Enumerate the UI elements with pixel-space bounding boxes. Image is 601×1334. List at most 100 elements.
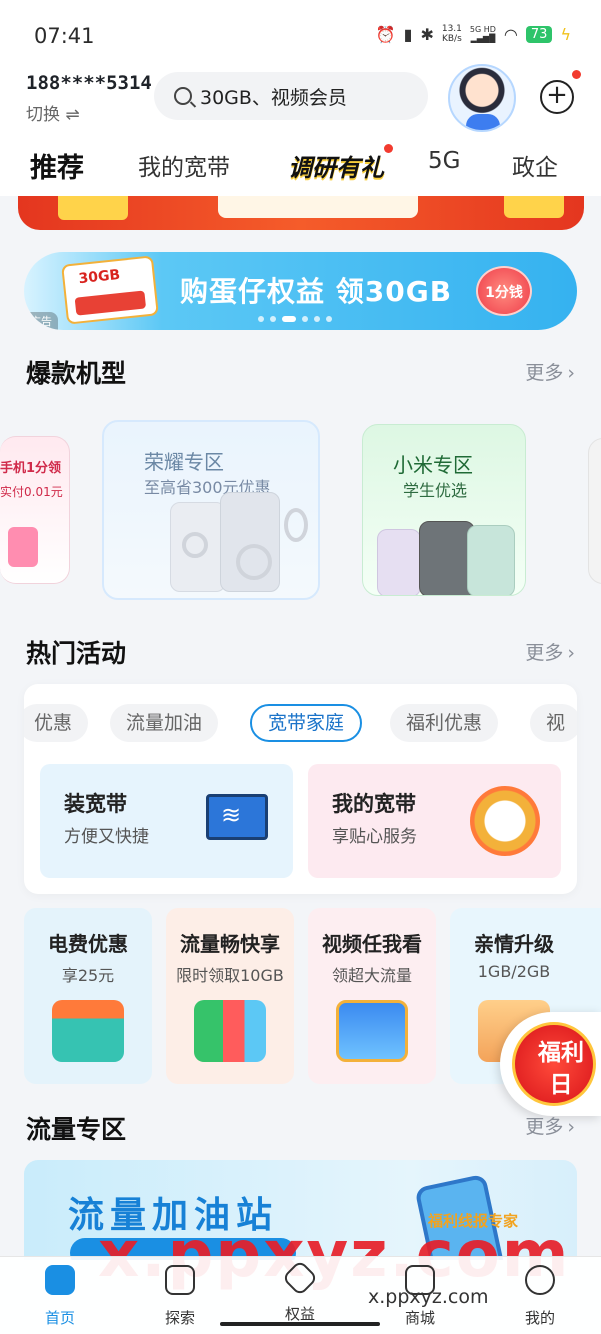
home-indicator[interactable] [220,1322,380,1326]
signal-icon: 5G HD ▂▄▆█ [469,25,496,43]
gift-box-icon [52,1000,124,1062]
drinks-icon [194,1000,266,1062]
activity-chip-row: 优惠 流量加油 宽带家庭 福利优惠 视 [24,704,577,744]
chip-welfare-discount[interactable]: 福利优惠 [390,704,499,742]
more-label: 更多 [525,642,564,664]
gift-card-icon: 30GB [61,255,159,325]
nav-explore[interactable]: 探索 [140,1265,220,1328]
model-card-xiaomi[interactable]: 小米专区 学生优选 [362,424,526,596]
top-promo-banner[interactable] [18,196,584,230]
header: 188****5314 切换 ⇌ 30GB、视频会员 + [0,64,601,140]
model-card-next[interactable] [588,438,601,584]
promo-sub: 限时领取10GB [176,966,284,985]
search-icon [174,87,192,105]
camera-ring [284,508,308,542]
hot-activities-more-link[interactable]: 更多 › [525,638,575,665]
welfare-line2: 日 [549,1072,573,1098]
search-input[interactable]: 30GB、视频会员 [154,72,428,120]
nav-benefits[interactable]: 权益 [260,1259,340,1324]
banner-badge-left [58,196,128,220]
carousel-dot [258,316,264,322]
carousel-dot [302,316,308,322]
nav-label: 权益 [284,1305,315,1323]
battery-indicator: 73 [525,25,553,43]
promo-title: 电费优惠 [48,932,128,956]
chip-discount[interactable]: 优惠 [24,704,89,742]
model-card-title: 手机1分领 [0,461,62,476]
welfare-day-float[interactable]: 福利 日 [500,1012,601,1116]
wifi-icon: ◠ [503,24,518,44]
tile-my-broadband[interactable]: 我的宽带 享贴心服务 [308,764,561,878]
profile-icon [525,1265,555,1295]
benefits-icon [281,1259,319,1297]
chip-broadband-family[interactable]: 宽带家庭 [250,704,363,742]
camera-ring [182,532,208,558]
gift-label: 30GB [77,266,121,288]
phone-video-icon [336,1000,408,1062]
watermark-tag: 福利线报专家 [428,1212,519,1230]
nav-home[interactable]: 首页 [20,1265,100,1328]
phone-illustration [467,525,515,595]
promo-sub: 领超大流量 [331,966,412,985]
home-icon [45,1265,75,1295]
tab-my-broadband[interactable]: 我的宽带 [138,148,230,182]
alarm-icon: ⏰ [375,24,396,44]
promo-title: 亲情升级 [474,932,554,956]
tab-recommend[interactable]: 推荐 [30,146,84,185]
net-speed: 13.1 KB/s [441,24,462,44]
more-label: 更多 [525,1116,564,1138]
tab-5g[interactable]: 5G [428,148,460,174]
promo-video[interactable]: 视频任我看 领超大流量 [308,908,436,1084]
nav-label: 我的 [524,1309,555,1327]
add-button[interactable]: + [540,80,574,114]
ad-tag: 广告 [24,312,58,330]
section-title-hot-activities: 热门活动 [26,639,127,668]
vibrate-icon: ▮ [403,24,413,44]
status-bar: 07:41 ⏰ ▮ ✱ 13.1 KB/s 5G HD ▂▄▆█ ◠ 73 ϟ [0,0,601,70]
tile-title: 我的宽带 [332,792,416,816]
tile-sub: 享贴心服务 [332,827,417,847]
avatar[interactable] [448,64,516,132]
status-time: 07:41 [34,24,95,48]
router-icon [470,786,540,856]
chevron-right-icon: › [567,642,575,664]
shopping-cart-icon [8,527,38,567]
ad-text: 购蛋仔权益 领30GB [180,275,453,308]
chevron-right-icon: › [567,1116,575,1138]
tile-sub: 方便又快捷 [64,827,149,847]
wifi-monitor-icon [206,794,268,840]
carousel-dot [326,316,332,322]
welfare-badge: 福利 日 [512,1022,596,1106]
tile-install-broadband[interactable]: 装宽带 方便又快捷 [40,764,293,878]
carousel-dot [270,316,276,322]
honor-title: 荣耀专区 [144,450,224,474]
charging-icon: ϟ [560,24,571,44]
xiaomi-sub: 学生优选 [403,481,468,500]
carousel-dots [258,316,332,322]
nav-profile[interactable]: 我的 [500,1265,580,1328]
promo-sub: 享25元 [61,966,115,985]
xiaomi-title: 小米专区 [393,453,473,477]
switch-account-button[interactable]: 切换 ⇌ [26,100,80,125]
data-zone-more-link[interactable]: 更多 › [525,1112,575,1139]
section-title-hot-models: 爆款机型 [26,359,127,388]
section-title-data-zone: 流量专区 [26,1115,127,1144]
model-card-honor[interactable]: 荣耀专区 至高省300元优惠 [102,420,320,600]
notification-dot [572,70,581,79]
ad-cta-button[interactable]: 1分钱 [476,266,532,316]
nav-label: 商城 [404,1309,435,1327]
tab-government[interactable]: 政企 [512,148,558,182]
chip-data-refuel[interactable]: 流量加油 [110,704,219,742]
hot-models-more-link[interactable]: 更多 › [525,358,575,385]
promo-electricity[interactable]: 电费优惠 享25元 [24,908,152,1084]
chip-video[interactable]: 视 [530,704,577,742]
tab-survey[interactable]: 调研有礼 [288,148,384,183]
model-card-penny-phone[interactable]: 手机1分领 实付0.01元 [0,436,70,584]
bluetooth-icon: ✱ [420,24,434,44]
promo-title: 视频任我看 [322,932,422,956]
nav-label: 探索 [164,1309,195,1327]
promo-sub: 1GB/2GB [477,962,551,981]
top-tabs: 推荐 我的宽带 调研有礼 5G 政企 [0,140,601,196]
more-label: 更多 [525,362,564,384]
promo-data-speed[interactable]: 流量畅快享 限时领取10GB [166,908,294,1084]
